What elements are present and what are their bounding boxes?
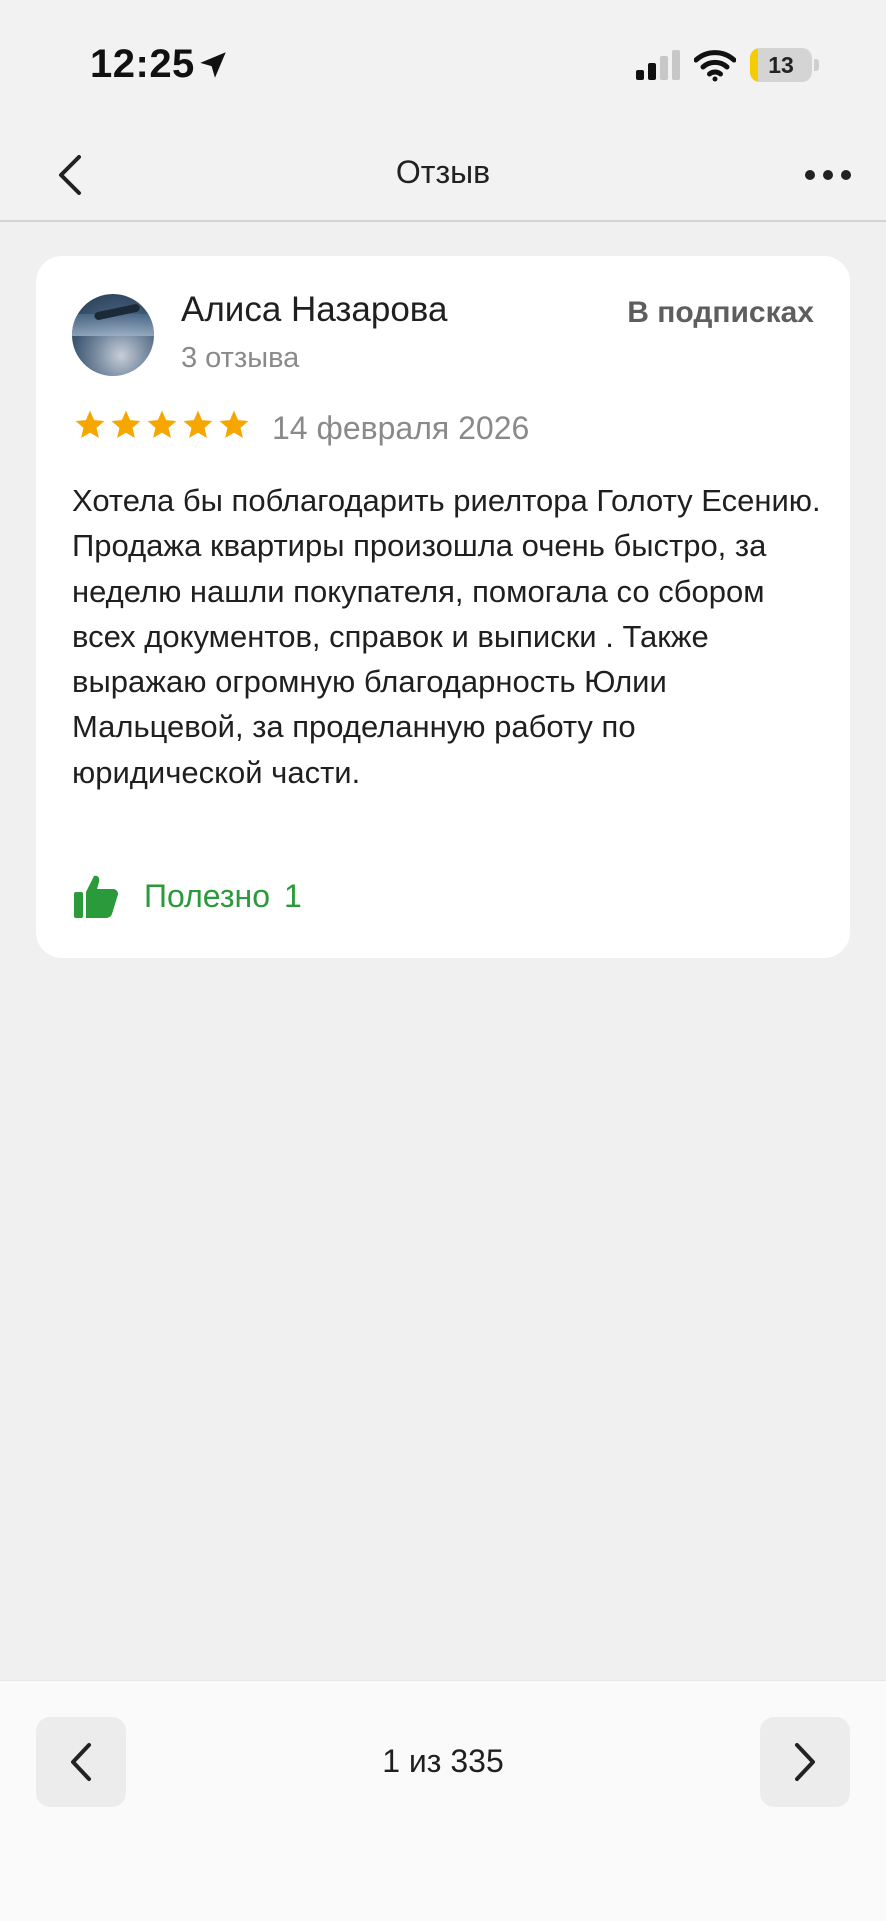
- more-button[interactable]: [796, 145, 860, 205]
- useful-count: 1: [284, 877, 302, 914]
- wifi-icon: [694, 50, 736, 82]
- next-review-button[interactable]: [760, 1717, 850, 1807]
- page-counter: 1 из 335: [382, 1743, 504, 1779]
- location-arrow-icon: [200, 52, 226, 78]
- subscription-status[interactable]: В подписках: [627, 296, 814, 330]
- review-text: Хотела бы поблагодарить риелтора Голоту …: [72, 483, 821, 790]
- battery-icon: 13: [750, 48, 812, 82]
- avatar-horizon: [72, 314, 154, 336]
- pagination-bar: 1 из 335: [0, 1680, 886, 1921]
- useful-label: Полезно: [144, 877, 270, 914]
- status-bar: 12:25 13: [0, 0, 886, 130]
- battery-level: 13: [768, 51, 794, 78]
- rating-stars: [72, 408, 252, 442]
- author-review-count: 3 отзыва: [181, 342, 300, 374]
- author-name[interactable]: Алиса Назарова: [181, 290, 447, 330]
- star-icon: [75, 410, 105, 439]
- chevron-right-icon: [795, 1743, 815, 1781]
- battery-cap: [814, 59, 819, 71]
- star-icon: [219, 410, 249, 439]
- star-icon: [183, 410, 213, 439]
- more-icon: [805, 170, 851, 180]
- status-time: 12:25: [90, 42, 195, 86]
- star-icon: [147, 410, 177, 439]
- star-icon: [111, 410, 141, 439]
- review-card: Алиса Назарова 3 отзыва В подписках 14 ф…: [36, 256, 850, 958]
- nav-bar: Отзыв: [0, 130, 886, 222]
- signal-icon: [636, 50, 680, 80]
- page-title: Отзыв: [395, 154, 491, 190]
- thumbs-up-icon: [74, 875, 118, 918]
- avatar[interactable]: [72, 294, 154, 376]
- review-date: 14 февраля 2026: [272, 410, 530, 446]
- useful-button[interactable]: Полезно 1: [72, 868, 302, 924]
